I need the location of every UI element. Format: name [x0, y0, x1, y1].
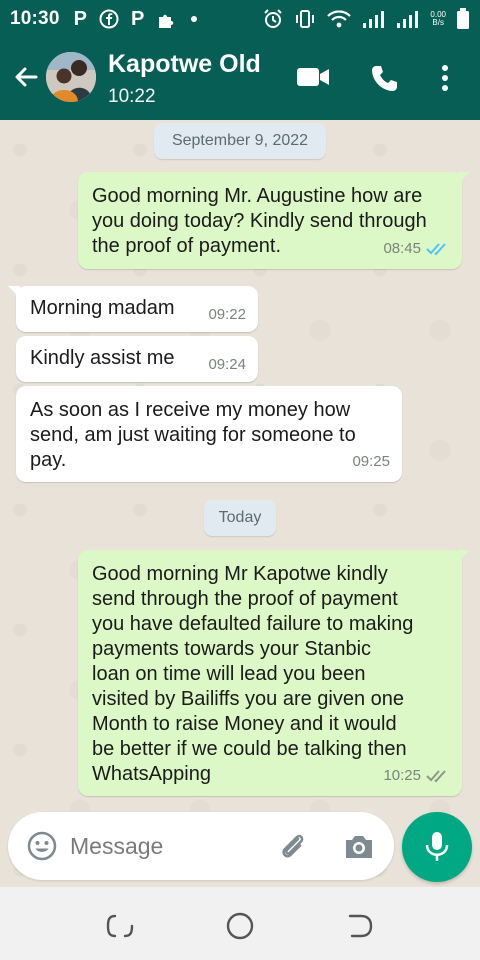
message-meta: 08:45 [383, 236, 450, 261]
back-arrow-icon[interactable] [10, 60, 42, 94]
double-check-delivered-icon [426, 769, 446, 782]
chat-area[interactable]: September 9, 2022 Good morning Mr. Augus… [0, 120, 480, 887]
message-text: Morning madam [30, 297, 175, 319]
status-system-icons: 0.00 B/s [262, 8, 470, 30]
message-bubble-incoming[interactable]: Kindly assist me 09:24 [16, 336, 258, 382]
bubble-tail [458, 550, 470, 562]
message-line: visited by Bailiffs you are given one [92, 688, 405, 710]
phone-icon[interactable] [370, 64, 398, 92]
puzzle-icon [159, 14, 174, 28]
back-icon[interactable] [345, 911, 375, 941]
message-line: payments towards your Stanbic [92, 638, 372, 660]
message-time: 09:24 [208, 356, 246, 373]
message-line: Good morning Mr Kapotwe kindly [92, 563, 388, 585]
voice-record-button[interactable] [402, 812, 472, 882]
video-call-icon[interactable] [296, 64, 330, 90]
network-speed: 0.00 B/s [430, 11, 446, 27]
message-text: Kindly assist me [30, 347, 175, 369]
message-meta: 09:24 [208, 352, 246, 377]
message-meta: 09:22 [208, 302, 246, 327]
date-separator: Today [204, 500, 276, 536]
message-line: WhatsApping [92, 763, 211, 785]
message-text: Good morning Mr. Augustine how are you d… [92, 184, 427, 259]
signal-1-icon [363, 11, 385, 28]
message-meta: 10:25 [383, 763, 450, 788]
recents-icon[interactable] [105, 911, 135, 941]
attach-icon[interactable] [276, 830, 310, 864]
network-speed-unit: B/s [432, 18, 444, 27]
message-line: Month to raise Money and it would [92, 713, 397, 735]
more-vert-icon[interactable] [440, 64, 450, 92]
p-icon: P [73, 8, 87, 30]
message-bubble-incoming[interactable]: As soon as I receive my money how send, … [16, 386, 402, 482]
double-check-read-icon [426, 242, 446, 255]
message-line: the proof of payment. [92, 235, 282, 257]
chat-header: Kapotwe Old 10:22 [0, 38, 480, 120]
status-notification-icons: P P [74, 9, 199, 29]
camera-icon[interactable] [342, 830, 376, 864]
bubble-tail [458, 172, 470, 184]
status-bar: 10:30 P P 0.00 B/s [0, 0, 480, 38]
avatar[interactable] [46, 52, 96, 102]
status-time: 10:30 [10, 8, 60, 29]
alarm-icon [264, 9, 283, 28]
contact-last-seen: 10:22 [108, 86, 156, 107]
date-separator: September 9, 2022 [154, 123, 326, 159]
contact-name[interactable]: Kapotwe Old [108, 50, 261, 79]
wifi-icon [327, 10, 352, 28]
message-meta: 09:25 [352, 449, 390, 474]
avatar-photo [46, 52, 96, 102]
message-text: Good morning Mr Kapotwe kindly send thro… [92, 562, 413, 787]
message-input[interactable] [70, 828, 260, 864]
message-time: 09:25 [352, 453, 390, 470]
mic-icon [425, 832, 449, 861]
system-navigation-bar [0, 887, 480, 960]
message-composer [8, 812, 394, 880]
message-bubble-outgoing[interactable]: Good morning Mr. Augustine how are you d… [78, 172, 470, 269]
message-bubble-incoming[interactable]: Morning madam 09:22 [8, 286, 258, 332]
message-text: As soon as I receive my money how send, … [30, 398, 356, 473]
dot-icon [191, 16, 198, 22]
signal-2-icon [397, 11, 419, 28]
message-line: you doing today? Kindly send through [92, 210, 427, 232]
home-icon[interactable] [225, 911, 255, 941]
message-line: pay. [30, 449, 67, 471]
p-icon: P [130, 8, 145, 30]
message-line: send through the proof of payment [92, 588, 398, 610]
facebook-icon [99, 9, 119, 29]
battery-icon [457, 8, 469, 29]
message-line: loan on time will lead you been [92, 663, 366, 685]
message-time: 10:25 [383, 767, 421, 784]
message-line: be better if we could be talking then [92, 738, 407, 760]
vibrate-icon [296, 10, 315, 28]
message-line: you have defaulted failure to making [92, 613, 414, 635]
bubble-tail [8, 286, 20, 298]
message-line: Good morning Mr. Augustine how are [92, 185, 423, 207]
message-time: 09:22 [208, 306, 246, 323]
message-line: As soon as I receive my money how [30, 399, 351, 421]
message-bubble-outgoing[interactable]: Good morning Mr Kapotwe kindly send thro… [78, 550, 470, 796]
emoji-icon[interactable] [26, 830, 58, 862]
message-time: 08:45 [383, 240, 421, 257]
message-line: send, am just waiting for someone to [30, 424, 356, 446]
